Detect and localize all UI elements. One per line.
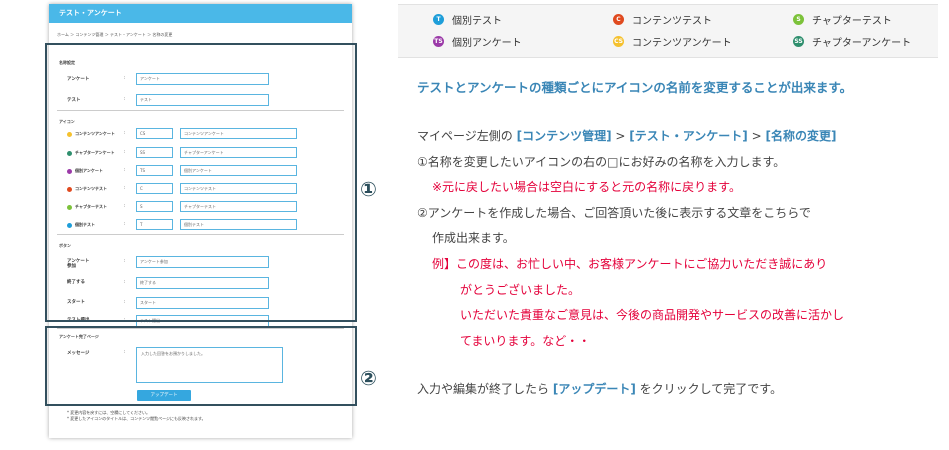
menu-path: マイページ左側の [コンテンツ管理] > [テスト・アンケート] > [名称の変…	[417, 127, 836, 144]
breadcrumb: ホーム ＞ コンテンツ管理 ＞ テスト・アンケート ＞ 名称の変更	[57, 32, 173, 37]
explanation-heading: テストとアンケートの種類ごとにアイコンの名前を変更することが出来ます。	[417, 80, 853, 95]
path-sep: >	[747, 129, 766, 143]
legend-item: S チャプターテスト	[793, 12, 892, 27]
example-line-4: てまいります。など・・	[460, 334, 591, 348]
step-2-text-cont: 作成出来ます。	[432, 231, 515, 245]
note-line: * 変更したアイコンのタイトルは、コンテンツ閲覧ページにも反映されます。	[67, 416, 206, 421]
legend-label: コンテンツアンケート	[632, 38, 732, 49]
legend-label: チャプターテスト	[812, 16, 892, 27]
screen-header: テスト・アンケート	[49, 4, 352, 23]
example-line-3: いただいた貴重なご意見は、今後の商品開発やサービスの改善に活かし	[460, 308, 845, 322]
legend-label: チャプターアンケート	[812, 38, 912, 49]
legend-label: 個別アンケート	[452, 38, 522, 49]
final-keyword: [アップデート]	[552, 382, 636, 396]
legend-icon: S	[793, 14, 804, 25]
legend-icon: C	[613, 14, 624, 25]
legend-icon: SS	[793, 36, 804, 47]
path-test-survey: [テスト・アンケート]	[629, 129, 748, 143]
step-1-text: ①名称を変更したいアイコンの右の□にお好みの名称を入力します。	[417, 155, 786, 169]
final-suffix: をクリックして完了です。	[635, 382, 783, 396]
example-line-2: がとうございました。	[460, 283, 581, 297]
step-1-note: ※元に戻したい場合は空白にすると元の名称に戻ります。	[432, 180, 741, 194]
legend-item: T 個別テスト	[433, 12, 502, 27]
marker-1: ①	[360, 177, 377, 201]
legend-label: コンテンツテスト	[632, 16, 712, 27]
legend-icon: TS	[433, 36, 444, 47]
step-2-text: ②アンケートを作成した場合、ご回答頂いた後に表示する文章をこちらで	[417, 206, 811, 220]
callout-frame-2	[45, 326, 357, 406]
path-rename: [名称の変更]	[765, 129, 837, 143]
legend-icon: CS	[613, 36, 624, 47]
callout-frame-1	[45, 43, 357, 322]
final-prefix: 入力や編集が終了したら	[417, 382, 553, 396]
legend-label: 個別テスト	[452, 16, 502, 27]
legend-item: TS 個別アンケート	[433, 34, 522, 49]
path-prefix: マイページ左側の	[417, 129, 513, 143]
legend-item: CS コンテンツアンケート	[613, 34, 732, 49]
icon-legend: T 個別テスト C コンテンツテスト S チャプターテスト TS 個別アンケート CS コンテンツ…	[398, 4, 938, 58]
example-line-1: 例】この度は、お忙しい中、お客様アンケートにご協力いただき誠にあり	[432, 257, 828, 271]
path-contents-manage: [コンテンツ管理]	[516, 129, 612, 143]
marker-2: ②	[360, 366, 377, 390]
final-instruction: 入力や編集が終了したら [アップデート] をクリックして完了です。	[417, 380, 782, 397]
legend-item: SS チャプターアンケート	[793, 34, 911, 49]
legend-item: C コンテンツテスト	[613, 12, 712, 27]
screen-title: テスト・アンケート	[59, 9, 122, 17]
path-sep: >	[611, 129, 630, 143]
legend-icon: T	[433, 14, 444, 25]
